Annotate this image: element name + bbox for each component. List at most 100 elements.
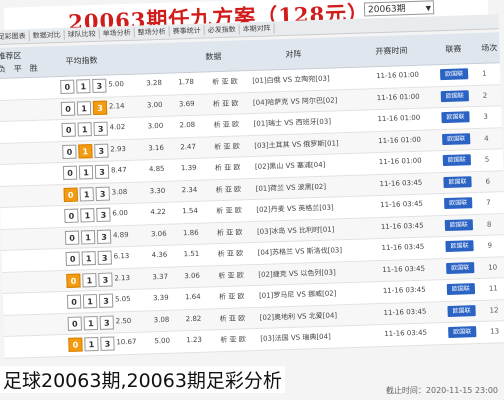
pick-box[interactable]: 0: [61, 122, 76, 138]
pick-box[interactable]: 3: [92, 78, 107, 94]
pick-box[interactable]: 1: [82, 272, 97, 287]
pick-box[interactable]: 3: [96, 207, 111, 222]
data-links[interactable]: 析 亚 欧: [213, 98, 239, 109]
pick-box[interactable]: 0: [62, 165, 78, 181]
header-pick-group: 推荐区: [0, 51, 22, 62]
toolbar-item-0[interactable]: 足彩图表: [0, 30, 30, 43]
data-links[interactable]: 析 亚 欧: [220, 313, 246, 324]
odds-value: 6.00: [112, 208, 129, 218]
pick-box[interactable]: 3: [98, 293, 114, 308]
odds-value: 4.22: [150, 207, 167, 217]
pick-box[interactable]: 0: [64, 208, 79, 223]
pick-box[interactable]: 1: [84, 336, 99, 352]
league-button[interactable]: 欧国联: [447, 304, 476, 317]
match-seq: 12: [489, 305, 499, 315]
pick-box[interactable]: 3: [92, 100, 108, 115]
pick-box[interactable]: 0: [60, 101, 76, 116]
league-button[interactable]: 欧国联: [441, 111, 470, 124]
pick-box[interactable]: 1: [78, 143, 93, 159]
odds-value: 4.89: [112, 230, 129, 239]
data-links[interactable]: 析 亚 欧: [218, 248, 244, 259]
kickoff-time: 11-16 03:45: [380, 221, 424, 231]
kickoff-time: 11-16 03:45: [384, 328, 428, 339]
pick-box[interactable]: 0: [66, 294, 82, 309]
league-button[interactable]: 欧国联: [444, 197, 473, 210]
chevron-down-icon: ▼: [425, 4, 432, 13]
data-links[interactable]: 析 亚 欧: [212, 76, 238, 87]
pick-box[interactable]: 1: [80, 208, 95, 223]
pick-box[interactable]: 3: [100, 336, 115, 351]
kickoff-time: 11-16 03:45: [383, 307, 427, 317]
pick-box[interactable]: 3: [99, 315, 114, 330]
deadline-text: 截止时间：2020-11-15 23:00: [385, 386, 498, 395]
pick-box[interactable]: 0: [68, 337, 83, 352]
pick-box[interactable]: 1: [76, 100, 92, 116]
pick-box[interactable]: 0: [62, 144, 77, 159]
pick-box[interactable]: 3: [96, 229, 112, 244]
toolbar-item-1[interactable]: 数据对比: [29, 29, 65, 41]
pick-box[interactable]: 1: [81, 251, 96, 266]
odds-value: 2.08: [179, 120, 196, 130]
odds-value: 2.93: [110, 144, 127, 154]
pick-box[interactable]: 3: [98, 272, 113, 287]
pick-box[interactable]: 0: [65, 251, 80, 266]
toolbar-item-5[interactable]: 赛事统计: [169, 25, 205, 37]
toolbar-item-3[interactable]: 单场分析: [99, 27, 135, 39]
pick-box[interactable]: 0: [64, 230, 80, 245]
toolbar-item-6[interactable]: 必发指数: [204, 24, 240, 36]
pick-box[interactable]: 1: [79, 186, 94, 201]
kickoff-time: 11-16 03:45: [380, 199, 424, 210]
pick-box[interactable]: 1: [76, 79, 91, 94]
pick-box[interactable]: 1: [83, 315, 98, 330]
pick-box[interactable]: 0: [63, 187, 78, 202]
data-links[interactable]: 析 亚 欧: [216, 205, 242, 216]
data-links[interactable]: 析 亚 欧: [213, 119, 240, 130]
pick-box[interactable]: 1: [80, 229, 96, 244]
match-seq: 4: [484, 134, 489, 143]
league-button[interactable]: 欧国联: [444, 218, 474, 231]
toolbar-item-4[interactable]: 整场分析: [134, 26, 170, 38]
pick-box[interactable]: 0: [66, 273, 81, 288]
odds-value: 3.08: [153, 315, 170, 324]
pick-box[interactable]: 3: [95, 186, 110, 201]
pick-box[interactable]: 3: [94, 164, 110, 180]
pick-box[interactable]: 1: [78, 165, 94, 180]
kickoff-time: 11-16 01:00: [376, 92, 420, 102]
pick-box[interactable]: 0: [60, 79, 75, 95]
league-button[interactable]: 欧国联: [448, 326, 477, 338]
match-name: [04]苏格兰 VS 斯洛伐[03]: [257, 246, 343, 257]
toolbar-item-7[interactable]: 本期对阵: [239, 23, 275, 35]
header-data: 数据: [205, 51, 222, 62]
league-button[interactable]: 欧国联: [446, 283, 476, 296]
odds-value: 3.69: [178, 99, 195, 108]
league-button[interactable]: 欧国联: [439, 68, 469, 81]
data-links[interactable]: 析 亚 欧: [215, 162, 241, 173]
data-links[interactable]: 析 亚 欧: [217, 227, 243, 238]
league-button[interactable]: 欧国联: [442, 154, 472, 167]
pick-box[interactable]: 1: [82, 294, 98, 309]
match-seq: 13: [490, 327, 500, 336]
kickoff-time: 11-16 03:45: [382, 285, 426, 296]
league-button[interactable]: 欧国联: [445, 240, 474, 253]
toolbar-item-2[interactable]: 球队比较: [64, 28, 100, 40]
data-links[interactable]: 析 亚 欧: [214, 141, 240, 152]
pick-box[interactable]: 1: [77, 122, 92, 137]
pick-box[interactable]: 3: [97, 250, 112, 265]
header-avg-odds: 平均指数: [65, 55, 98, 66]
issue-select[interactable]: 20063期 ▼: [363, 0, 435, 17]
odds-value: 2.47: [180, 142, 197, 151]
data-links[interactable]: 析 亚 欧: [219, 291, 245, 302]
header-win: 胜: [29, 63, 38, 74]
match-name: [02]丹麦 VS 英格兰[03]: [256, 203, 334, 214]
pick-box[interactable]: 0: [67, 316, 82, 331]
league-button[interactable]: 欧国联: [440, 89, 469, 102]
league-button[interactable]: 欧国联: [443, 175, 472, 188]
league-button[interactable]: 欧国联: [442, 132, 471, 145]
league-button[interactable]: 欧国联: [446, 261, 475, 274]
pick-box[interactable]: 3: [93, 121, 108, 137]
data-links[interactable]: 析 亚 欧: [216, 184, 242, 195]
data-links[interactable]: 析 亚 欧: [220, 334, 246, 345]
match-name: [02]奥地利 VS 北爱[04]: [259, 310, 338, 322]
data-links[interactable]: 析 亚 欧: [218, 270, 244, 281]
pick-box[interactable]: 3: [94, 143, 109, 158]
